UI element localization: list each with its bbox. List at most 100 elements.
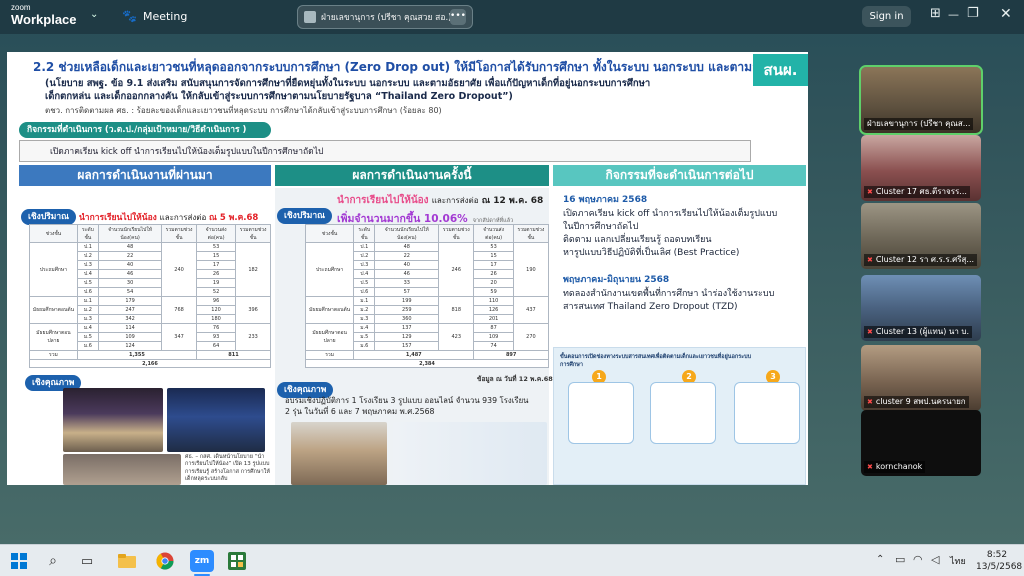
send-cell: 59 <box>473 287 514 297</box>
clock-date: 13/5/2568 <box>976 562 1023 572</box>
current-results-table: ช่วงชั้น ระดับชั้น จำนวนนักเรียนไปให้น้อง(… <box>304 224 550 368</box>
shared-slide: 2.2 ช่วยเหลือเด็กและเยาวชนที่หลุดออกจากร… <box>7 52 808 485</box>
level-cell: ม.6 <box>76 341 99 351</box>
learn-cell: 342 <box>97 314 163 324</box>
infographic-title: ขั้นตอนการเปิดช่องทางระบบสารสนเทศเพื่อติ… <box>560 354 752 368</box>
file-explorer-icon[interactable] <box>116 551 138 571</box>
next-line-4: หารูปแบบวิธีปฏิบัติที่เป็นเลิศ (Best Pra… <box>563 248 740 258</box>
next-line-5: ทดลองสำนักงานเขตพื้นที่การศึกษา นำร่องใช… <box>563 289 775 299</box>
level-cell: ม.3 <box>353 314 376 324</box>
clock-time: 8:52 <box>986 550 1008 560</box>
send-cell: 64 <box>195 341 237 351</box>
table-grand-row: 2,166 <box>29 359 271 368</box>
sign-in-button[interactable]: Sign in <box>862 6 911 27</box>
clock[interactable]: 8:52 13/5/2568 <box>976 549 1023 573</box>
participant-tile[interactable]: ฝ่ายเลขานุการ (ปรีชา คุณส... <box>859 65 983 135</box>
table-row: มัธยมศึกษาตอนปลาย ม.4 114 347 76 233 <box>29 323 271 351</box>
table-header: รวมตามช่วงชั้น <box>235 224 271 243</box>
meeting-tab[interactable]: 🐾 Meeting <box>122 9 187 23</box>
next-line-1: เปิดภาคเรียน kick off นำการเรียนไปให้น้อ… <box>563 209 778 219</box>
table-header: ช่วงชั้น <box>29 224 78 243</box>
table-header: จำนวนนักเรียนไปให้น้อง(คน) <box>374 224 440 243</box>
learn-sum-cell: 240 <box>161 242 197 297</box>
participant-tile[interactable]: ✖ cluster 9 สพป.นครนายก <box>861 345 981 411</box>
send-cell: 26 <box>195 269 237 279</box>
level-cell: ม.4 <box>353 323 376 333</box>
table-header: ระดับชั้น <box>76 224 99 243</box>
participant-name: ✖ cluster 9 สพป.นครนายก <box>864 396 969 408</box>
send-cell: 110 <box>473 296 514 306</box>
table-row: มัธยมศึกษาตอนต้น ม.1 179 768 96 396 <box>29 296 271 324</box>
learn-sum-cell: 423 <box>438 323 475 351</box>
table-row: ประถมศึกษา ป.1 48 240 53 182 <box>29 242 271 297</box>
quantitative-pill: เชิงปริมาณ <box>21 209 77 225</box>
level-cell: ป.1 <box>353 242 376 252</box>
table-header: รวมตามช่วงชั้น <box>161 224 197 243</box>
more-options-icon[interactable]: ••• <box>450 9 466 25</box>
minimize-icon[interactable]: — <box>948 9 959 20</box>
grade-group-cell: มัธยมศึกษาตอนต้น <box>304 296 355 324</box>
participant-tile[interactable]: ✖ kornchanok <box>861 410 981 476</box>
learn-cell: 30 <box>97 278 163 288</box>
level-cell: ม.2 <box>353 305 376 315</box>
level-cell: ป.6 <box>353 287 376 297</box>
language-indicator[interactable]: ไทย <box>950 554 966 568</box>
speaker-icon[interactable]: ◁ <box>931 553 939 566</box>
learn-cell: 199 <box>374 296 440 306</box>
restore-icon[interactable]: ❐ <box>967 7 979 20</box>
task-view-icon[interactable]: ▭ <box>76 551 98 571</box>
participant-tile[interactable]: ✖ Cluster 12 รา ศ.ร.ร.ศรีสุ... <box>861 203 981 269</box>
chevron-up-icon[interactable]: ⌃ <box>876 554 884 565</box>
paw-icon: 🐾 <box>122 9 137 23</box>
participant-name: ✖ Cluster 12 รา ศ.ร.ร.ศรีสุ... <box>864 254 978 266</box>
learn-cell: 259 <box>374 305 440 315</box>
logo-big-text: Workplace <box>11 12 77 27</box>
chrome-icon[interactable] <box>154 551 176 571</box>
learn-cell: 54 <box>97 287 163 297</box>
wifi-icon[interactable]: ◠ <box>913 553 923 566</box>
level-cell: ม.5 <box>353 332 376 342</box>
screen-share-indicator[interactable]: ฝ่ายเลขานุการ (ปรีชา คุณสวย สอ.)'s s ••• <box>297 5 473 29</box>
grade-group-cell: มัธยมศึกษาตอนปลาย <box>304 323 355 351</box>
slide-title: 2.2 ช่วยเหลือเด็กและเยาวชนที่หลุดออกจากร… <box>33 60 796 74</box>
level-cell: ม.2 <box>76 305 99 315</box>
grade-group-cell: ประถมศึกษา <box>29 242 78 297</box>
zoom-taskbar-icon[interactable]: zm <box>190 550 214 572</box>
table-header: จำนวนนักเรียนไปให้น้อง(คน) <box>97 224 163 243</box>
total-learn: 1,355 <box>76 350 197 360</box>
total-label: รวม <box>29 350 78 360</box>
windows-start-icon[interactable] <box>8 551 30 571</box>
level-cell: ป.1 <box>76 242 99 252</box>
participant-name: ✖ Cluster 17 ศธ.ตีราจรร... <box>864 186 970 198</box>
share-chip-text: ฝ่ายเลขานุการ (ปรีชา คุณสวย สอ.)'s s <box>321 13 466 23</box>
participant-tile[interactable]: ✖ Cluster 17 ศธ.ตีราจรร... <box>861 135 981 201</box>
training-photo-1 <box>291 422 387 485</box>
learn-cell: 46 <box>374 269 440 279</box>
send-cell: 93 <box>195 332 237 342</box>
learn-cell: 22 <box>97 251 163 261</box>
learn-cell: 22 <box>374 251 440 261</box>
level-cell: ม.1 <box>353 296 376 306</box>
learn-cell: 137 <box>374 323 440 333</box>
send-sum-cell: 396 <box>235 296 271 324</box>
past-photo-3 <box>63 454 181 485</box>
learn-cell: 48 <box>374 242 440 252</box>
send-cell: 53 <box>473 242 514 252</box>
search-icon[interactable]: ⌕ <box>42 551 64 571</box>
participant-name: ✖ kornchanok <box>864 461 926 473</box>
send-cell: 26 <box>473 269 514 279</box>
grade-group-cell: มัธยมศึกษาตอนปลาย <box>29 323 78 351</box>
level-cell: ป.5 <box>353 278 376 288</box>
past-photo-2 <box>167 388 265 452</box>
grand-total: 2,384 <box>305 359 549 368</box>
app-taskbar-icon[interactable] <box>226 551 248 571</box>
logo-small-text: zoom <box>11 3 31 12</box>
windows-taskbar: ⌕ ▭ zm ⌃ ▭ ◠ ◁ ไทย 8:52 13/5/2568 <box>0 544 1024 576</box>
participant-tile[interactable]: ✖ Cluster 13 (ผู้แทน) นา บ. <box>861 275 981 341</box>
learn-cell: 57 <box>374 287 440 297</box>
network-icon[interactable]: ▭ <box>895 553 905 566</box>
close-icon[interactable]: ✕ <box>1000 7 1012 21</box>
grid-view-icon[interactable]: ⊞ <box>930 7 941 20</box>
chevron-down-icon[interactable]: ⌄ <box>90 9 98 20</box>
table-row: มัธยมศึกษาตอนต้น ม.1 199 818 110 437 <box>304 296 550 324</box>
